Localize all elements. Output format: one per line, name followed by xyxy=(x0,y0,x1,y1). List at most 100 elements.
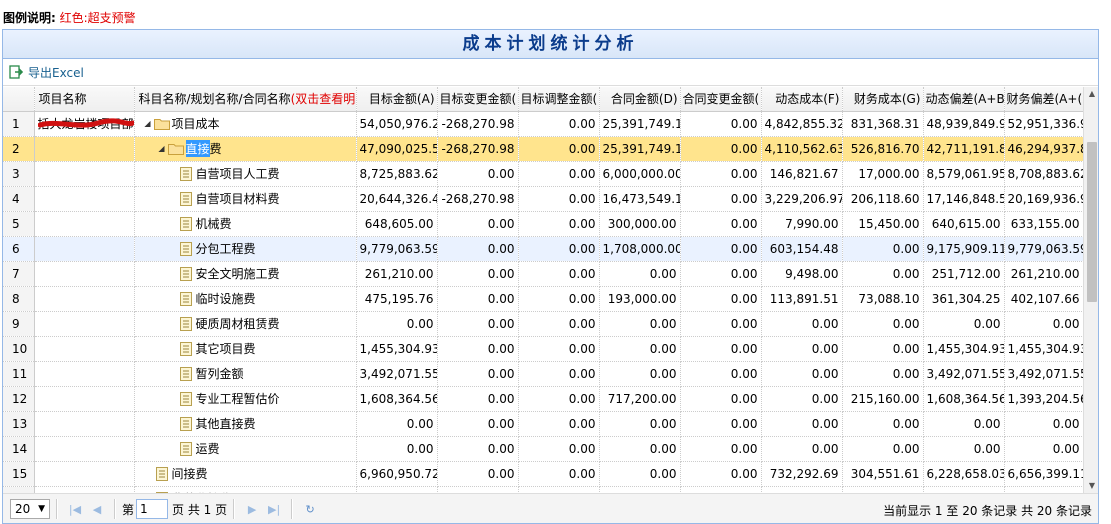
value-cell[interactable]: 0.00 xyxy=(518,436,600,462)
value-cell[interactable]: 1,455,304.93 xyxy=(923,336,1005,362)
value-cell[interactable]: 0.00 xyxy=(842,411,924,437)
value-cell[interactable]: 0.00 xyxy=(599,311,681,337)
header-target-adjust[interactable]: 目标调整金额( xyxy=(518,87,600,112)
value-cell[interactable]: 0.00 xyxy=(680,311,762,337)
value-cell[interactable]: 3,492,071.55 xyxy=(1004,361,1083,387)
subject-cell[interactable]: 非营业性收入 xyxy=(134,486,357,493)
value-cell[interactable]: 0.00 xyxy=(680,261,762,287)
table-row[interactable]: 15 间接费 6,960,950.72 0.00 0.00 0.00 0.00 732,292… xyxy=(3,461,1083,487)
value-cell[interactable]: 0.00 xyxy=(599,261,681,287)
value-cell[interactable]: 1,608,364.56 xyxy=(356,386,438,412)
value-cell[interactable]: 0.00 xyxy=(518,111,600,137)
subject-cell[interactable]: 分包工程费 xyxy=(134,236,357,262)
value-cell[interactable]: 6,000,000.00 xyxy=(599,161,681,187)
project-cell[interactable]: 括大龙岩楼项目部 xyxy=(34,111,135,137)
table-row[interactable]: 4自营项目材料费20,644,326.49-268,270.980.0016,4… xyxy=(3,186,1083,212)
value-cell[interactable]: 0.00 xyxy=(680,486,762,493)
value-cell[interactable]: 20,169,936.9 xyxy=(1004,186,1083,212)
value-cell[interactable]: 25,391,749.10 xyxy=(599,111,681,137)
value-cell[interactable]: 0.00 xyxy=(680,286,762,312)
value-cell[interactable]: 0.00 xyxy=(437,161,519,187)
value-cell[interactable]: 0.00 xyxy=(356,411,438,437)
prev-page-icon[interactable]: ◀ xyxy=(86,503,108,516)
value-cell[interactable]: 0.00 xyxy=(761,361,843,387)
value-cell[interactable]: 3,492,071.55 xyxy=(356,361,438,387)
value-cell[interactable]: 7,990.00 xyxy=(761,211,843,237)
value-cell[interactable]: 0.00 xyxy=(518,136,600,162)
value-cell[interactable]: 0.00 xyxy=(437,361,519,387)
collapse-toggle-icon[interactable]: ◢ xyxy=(156,144,168,153)
value-cell[interactable]: 0.00 xyxy=(518,486,600,493)
value-cell[interactable]: 0.00 xyxy=(518,211,600,237)
header-dynamic-cost[interactable]: 动态成本(F) xyxy=(761,87,843,112)
table-row[interactable]: 16非营业性收入0.000.000.000.000.000.000.000.00… xyxy=(3,486,1083,493)
project-cell[interactable] xyxy=(34,411,135,437)
value-cell[interactable]: 17,000.00 xyxy=(842,161,924,187)
value-cell[interactable]: 402,107.66 xyxy=(1004,286,1083,312)
page-size-select[interactable]: 20 ▼ xyxy=(10,499,50,519)
project-cell[interactable] xyxy=(34,461,135,487)
value-cell[interactable]: 1,393,204.56 xyxy=(1004,386,1083,412)
next-page-icon[interactable]: ▶ xyxy=(241,503,263,516)
value-cell[interactable]: 0.00 xyxy=(842,486,924,493)
header-subject[interactable]: 科目名称/规划名称/合同名称(双击查看明 xyxy=(134,87,357,112)
value-cell[interactable]: 0.00 xyxy=(842,311,924,337)
value-cell[interactable]: 0.00 xyxy=(356,436,438,462)
value-cell[interactable]: 0.00 xyxy=(518,411,600,437)
value-cell[interactable]: 52,951,336.9 xyxy=(1004,111,1083,137)
table-row[interactable]: 6 分包工程费 9,779,063.59 0.00 0.00 1,708,000.00 0.… xyxy=(3,236,1083,262)
value-cell[interactable]: 9,779,063.59 xyxy=(356,236,438,262)
table-row[interactable]: 13 其他直接费 0.00 0.00 0.00 0.00 0.00 0.00 0.00 0.00 0… xyxy=(3,411,1083,437)
value-cell[interactable]: 0.00 xyxy=(923,436,1005,462)
project-cell[interactable] xyxy=(34,186,135,212)
table-row[interactable]: 5 机械费 648,605.00 0.00 0.00 300,000.00 0.00 7,99… xyxy=(3,211,1083,237)
value-cell[interactable]: 251,712.00 xyxy=(923,261,1005,287)
value-cell[interactable]: 0.00 xyxy=(923,311,1005,337)
project-cell[interactable] xyxy=(34,211,135,237)
subject-cell[interactable]: 自营项目人工费 xyxy=(134,161,357,187)
value-cell[interactable]: 526,816.70 xyxy=(842,136,924,162)
table-row[interactable]: 12 专业工程暂估价 1,608,364.56 0.00 0.00 717,200.00 0… xyxy=(3,386,1083,412)
value-cell[interactable]: 831,368.31 xyxy=(842,111,924,137)
table-row[interactable]: 10 其它项目费 1,455,304.93 0.00 0.00 0.00 0.00 0.00 0… xyxy=(3,336,1083,362)
page-number-input[interactable]: 1 xyxy=(136,499,169,519)
value-cell[interactable]: 0.00 xyxy=(842,236,924,262)
collapse-toggle-icon[interactable]: ◢ xyxy=(142,119,154,128)
value-cell[interactable]: 0.00 xyxy=(599,361,681,387)
value-cell[interactable]: 46,294,937.8 xyxy=(1004,136,1083,162)
value-cell[interactable]: 0.00 xyxy=(599,336,681,362)
value-cell[interactable]: 361,304.25 xyxy=(923,286,1005,312)
value-cell[interactable]: -268,270.98 xyxy=(437,111,519,137)
value-cell[interactable]: 206,118.60 xyxy=(842,186,924,212)
value-cell[interactable]: 0.00 xyxy=(842,436,924,462)
value-cell[interactable]: 0.00 xyxy=(437,286,519,312)
value-cell[interactable]: 8,579,061.95 xyxy=(923,161,1005,187)
value-cell[interactable]: 0.00 xyxy=(680,136,762,162)
value-cell[interactable]: 15,450.00 xyxy=(842,211,924,237)
value-cell[interactable]: 603,154.48 xyxy=(761,236,843,262)
value-cell[interactable]: 0.00 xyxy=(680,386,762,412)
value-cell[interactable]: 0.00 xyxy=(680,336,762,362)
value-cell[interactable]: 261,210.00 xyxy=(1004,261,1083,287)
subject-cell[interactable]: 机械费 xyxy=(134,211,357,237)
subject-cell[interactable]: 间接费 xyxy=(134,461,357,487)
value-cell[interactable]: 0.00 xyxy=(518,311,600,337)
value-cell[interactable]: 0.00 xyxy=(1004,411,1083,437)
value-cell[interactable]: 0.00 xyxy=(761,486,843,493)
header-target-change[interactable]: 目标变更金额( xyxy=(437,87,519,112)
subject-cell[interactable]: 运费 xyxy=(134,436,357,462)
table-row[interactable]: 3 自营项目人工费 8,725,883.62 0.00 0.00 6,000,000.00… xyxy=(3,161,1083,187)
subject-cell[interactable]: ◢ 直接费 xyxy=(134,136,357,162)
project-cell[interactable] xyxy=(34,286,135,312)
value-cell[interactable]: 0.00 xyxy=(599,411,681,437)
value-cell[interactable]: 0.00 xyxy=(518,186,600,212)
value-cell[interactable]: 0.00 xyxy=(680,236,762,262)
refresh-icon[interactable]: ↻ xyxy=(299,503,321,516)
header-contract-amount[interactable]: 合同金额(D) xyxy=(599,87,681,112)
value-cell[interactable]: 0.00 xyxy=(518,236,600,262)
first-page-icon[interactable]: |◀ xyxy=(64,503,86,516)
value-cell[interactable]: 261,210.00 xyxy=(356,261,438,287)
value-cell[interactable]: 0.00 xyxy=(437,411,519,437)
header-finance-cost[interactable]: 财务成本(G) xyxy=(842,87,924,112)
value-cell[interactable]: 0.00 xyxy=(1004,486,1083,493)
